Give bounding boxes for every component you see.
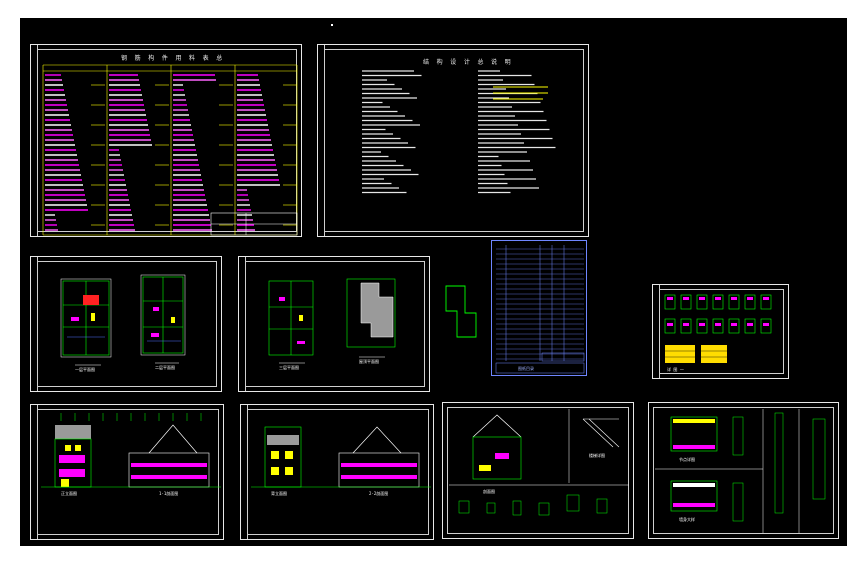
details-caption-right: 墙身大样 <box>679 517 695 522</box>
sheet-floorplan-a[interactable]: 一层平面图 二层平面图 <box>30 256 222 392</box>
details-caption-left: 节点详图 <box>679 457 695 462</box>
sheet-elevation-b[interactable]: 背立面图 2-2剖面图 <box>240 404 434 540</box>
cad-drawing-canvas[interactable]: 钢 筋 构 件 用 料 表 总 结 构 设 计 总 说 明 一层平面图 二层平面… <box>20 18 847 546</box>
top-marker <box>331 24 333 26</box>
section-drawing <box>449 409 629 516</box>
section-caption-right: 楼梯详图 <box>589 453 605 458</box>
elevation-b-drawing <box>251 426 431 488</box>
floorplan-b-drawing <box>268 278 396 364</box>
drawing-list-footer: 图纸目录 <box>518 366 534 371</box>
plan-caption-left: 三层平面图 <box>279 365 299 370</box>
details-caption: 详 图 一 <box>667 367 684 372</box>
elevation-caption-right: 1-1剖面图 <box>159 491 179 496</box>
sheet-details-d[interactable]: 节点详图 墙身大样 <box>648 402 839 539</box>
details-d-drawing <box>655 409 826 533</box>
elevation-caption-right: 2-2剖面图 <box>369 491 389 496</box>
sheet-design-notes[interactable]: 结 构 设 计 总 说 明 <box>317 44 589 237</box>
sheet-details-small[interactable]: 详 图 一 <box>652 284 789 379</box>
section-caption-left: 剖面图 <box>483 489 495 494</box>
details-small-drawing <box>664 294 772 363</box>
elevation-caption-left: 背立面图 <box>271 491 287 496</box>
plan-caption-right: 屋顶平面图 <box>359 359 379 364</box>
plan-caption-left: 一层平面图 <box>75 367 95 372</box>
sheet-floorplan-b[interactable]: 三层平面图 屋顶平面图 <box>238 256 430 392</box>
floorplan-a-drawing <box>60 274 186 366</box>
sheet-elevation-a[interactable]: 正立面图 1-1剖面图 <box>30 404 224 540</box>
drawing-list-table <box>495 245 585 374</box>
sheet-materials-table[interactable]: 钢 筋 构 件 用 料 表 总 <box>30 44 302 237</box>
design-notes-text-block <box>362 70 556 194</box>
elevation-a-drawing <box>41 413 221 488</box>
materials-table-grid <box>42 64 298 236</box>
elevation-caption-left: 正立面图 <box>61 491 77 496</box>
sheet-section[interactable]: 剖面图 楼梯详图 <box>442 402 634 539</box>
plan-caption-right: 二层平面图 <box>155 365 175 370</box>
sheet-drawing-list[interactable]: 图纸目录 <box>491 240 587 376</box>
